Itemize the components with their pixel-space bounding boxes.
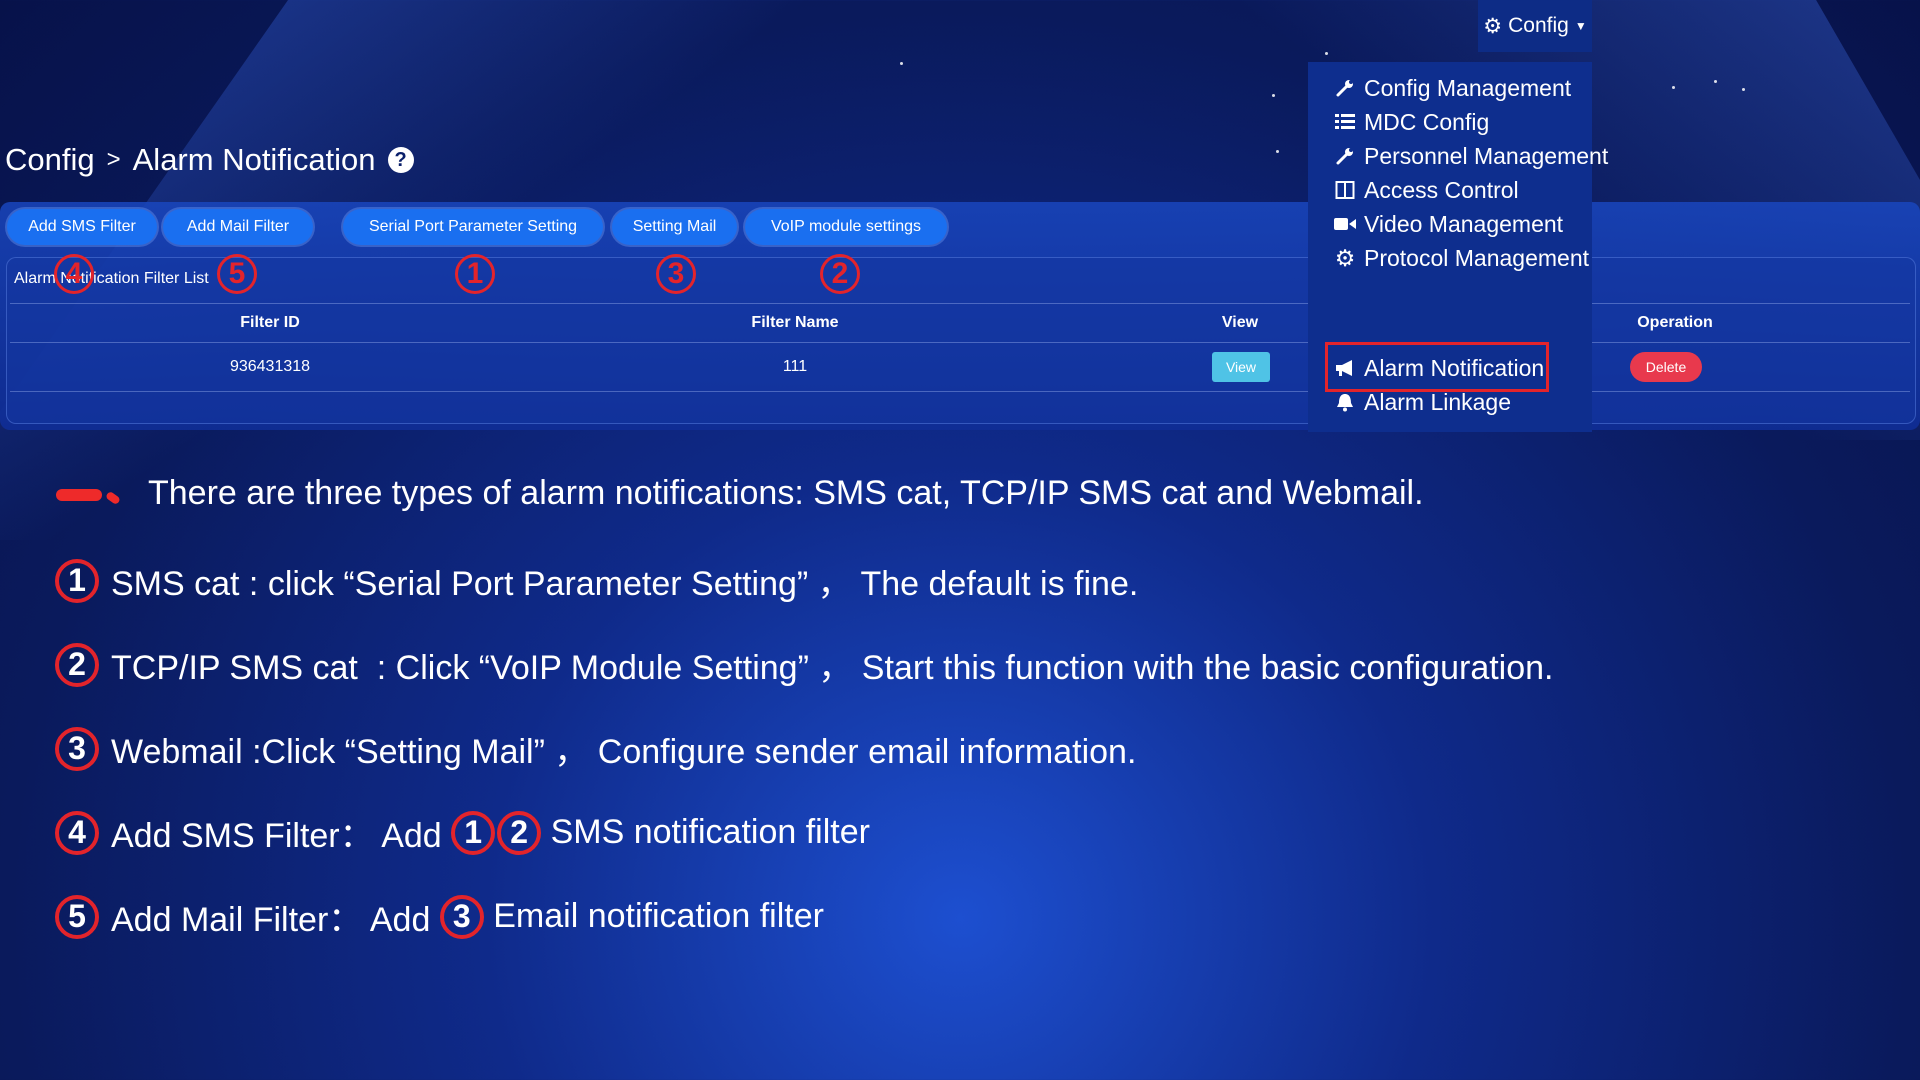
bullet-dash [104, 490, 122, 506]
page-title: Alarm Notification [132, 142, 376, 177]
bullet-dash [56, 489, 102, 501]
gears-icon: ⚙ [1334, 244, 1356, 271]
menu-item-label: Personnel Management [1364, 142, 1609, 169]
toolbar: Add SMS Filter Add Mail Filter Serial Po… [0, 209, 1000, 245]
column-header-filter-name: Filter Name [751, 314, 839, 331]
wrench-icon [1334, 77, 1356, 99]
menu-item-video-management[interactable]: Video Management [1334, 206, 1563, 242]
instruction-number: 1 [55, 558, 99, 603]
callout-number: 1 [455, 254, 495, 294]
config-menu-button[interactable]: ⚙ Config ▼ [1478, 0, 1592, 52]
instruction-number: 3 [55, 726, 99, 771]
filter-table: Filter ID Filter Name View Operation 936… [10, 303, 1910, 392]
menu-item-protocol-management[interactable]: ⚙ Protocol Management [1334, 240, 1589, 276]
callout-number: 4 [54, 254, 94, 294]
menu-item-access-control[interactable]: Access Control [1334, 172, 1519, 208]
video-camera-icon [1334, 213, 1356, 235]
wrench-icon [1334, 145, 1356, 167]
menu-item-label: Alarm Linkage [1364, 388, 1512, 415]
breadcrumb-root[interactable]: Config [5, 142, 95, 178]
column-header-operation: Operation [1637, 314, 1713, 331]
instruction-text: There are three types of alarm notificat… [148, 474, 1424, 512]
bell-icon [1334, 391, 1356, 413]
instruction-line: 1 SMS cat : click “Serial Port Parameter… [55, 556, 1138, 605]
instruction-text: Add SMS Filter： Add [111, 817, 452, 855]
instruction-number: 2 [55, 642, 99, 687]
star-dot [1325, 52, 1328, 55]
add-sms-filter-button[interactable]: Add SMS Filter [7, 209, 157, 245]
delete-button[interactable]: Delete [1630, 352, 1702, 382]
star-dot [1714, 80, 1717, 83]
column-header-filter-id: Filter ID [240, 314, 300, 331]
instruction-number: 3 [439, 894, 484, 939]
instruction-number: 1 [451, 810, 496, 855]
star-dot [1742, 88, 1745, 91]
instruction-number: 4 [55, 810, 99, 855]
table-header: Filter ID Filter Name View Operation [10, 303, 1910, 343]
star-dot [1272, 94, 1275, 97]
column-header-view: View [1221, 314, 1259, 331]
menu-item-label: Config Management [1364, 74, 1572, 101]
callout-number: 5 [217, 254, 257, 294]
breadcrumb: Config > Alarm Notification ? [5, 142, 414, 178]
help-icon[interactable]: ? [387, 147, 414, 173]
menu-item-label: Video Management [1364, 210, 1564, 237]
menu-item-mdc-config[interactable]: MDC Config [1334, 104, 1489, 140]
instruction-line: 4 Add SMS Filter： Add 1 2 SMS notificati… [55, 808, 870, 857]
instruction-line: 3 Webmail :Click “Setting Mail” ， Config… [55, 724, 1136, 773]
breadcrumb-separator: > [106, 146, 121, 173]
door-icon [1334, 179, 1356, 201]
instruction-number: 2 [497, 810, 542, 855]
filter-name-cell: 111 [782, 358, 808, 375]
instruction-text: TCP/IP SMS cat : Click “VoIP Module Sett… [111, 649, 1554, 687]
instruction-number: 5 [55, 894, 99, 939]
setting-mail-button[interactable]: Setting Mail [612, 209, 737, 245]
instruction-text: Add Mail Filter： Add [111, 901, 440, 939]
instruction-text: SMS cat : click “Serial Port Parameter S… [111, 565, 1139, 603]
instruction-line: 2 TCP/IP SMS cat : Click “VoIP Module Se… [55, 640, 1554, 689]
add-mail-filter-button[interactable]: Add Mail Filter [163, 209, 313, 245]
highlight-box [1325, 342, 1549, 392]
callout-number: 3 [656, 254, 696, 294]
instruction-line: There are three types of alarm notificat… [148, 474, 1424, 513]
instruction-text: Email notification filter [483, 897, 824, 935]
caret-down-icon: ▼ [1574, 19, 1587, 33]
instruction-line: 5 Add Mail Filter： Add 3 Email notificat… [55, 892, 824, 941]
view-button[interactable]: View [1212, 352, 1270, 382]
serial-port-parameter-setting-button[interactable]: Serial Port Parameter Setting [343, 209, 603, 245]
menu-item-label: MDC Config [1364, 108, 1490, 135]
callout-number: 2 [820, 254, 860, 294]
instruction-text: SMS notification filter [541, 813, 870, 851]
menu-item-label: Access Control [1364, 176, 1519, 203]
voip-module-settings-button[interactable]: VoIP module settings [745, 209, 947, 245]
star-dot [1276, 150, 1279, 153]
table-row: 936431318 111 View Delete [10, 343, 1910, 392]
star-dot [1672, 86, 1675, 89]
star-dot [900, 62, 903, 65]
gear-icon: ⚙ [1483, 14, 1503, 38]
list-icon [1334, 111, 1356, 133]
filter-list-title: Alarm Notification Filter List [14, 270, 209, 287]
menu-item-personnel-management[interactable]: Personnel Management [1334, 138, 1608, 174]
filter-id-cell: 936431318 [229, 358, 311, 375]
instruction-text: Webmail :Click “Setting Mail” ， Configur… [111, 733, 1137, 771]
config-menu-label: Config [1508, 14, 1569, 37]
menu-item-config-management[interactable]: Config Management [1334, 70, 1571, 106]
menu-item-label: Protocol Management [1364, 244, 1590, 271]
